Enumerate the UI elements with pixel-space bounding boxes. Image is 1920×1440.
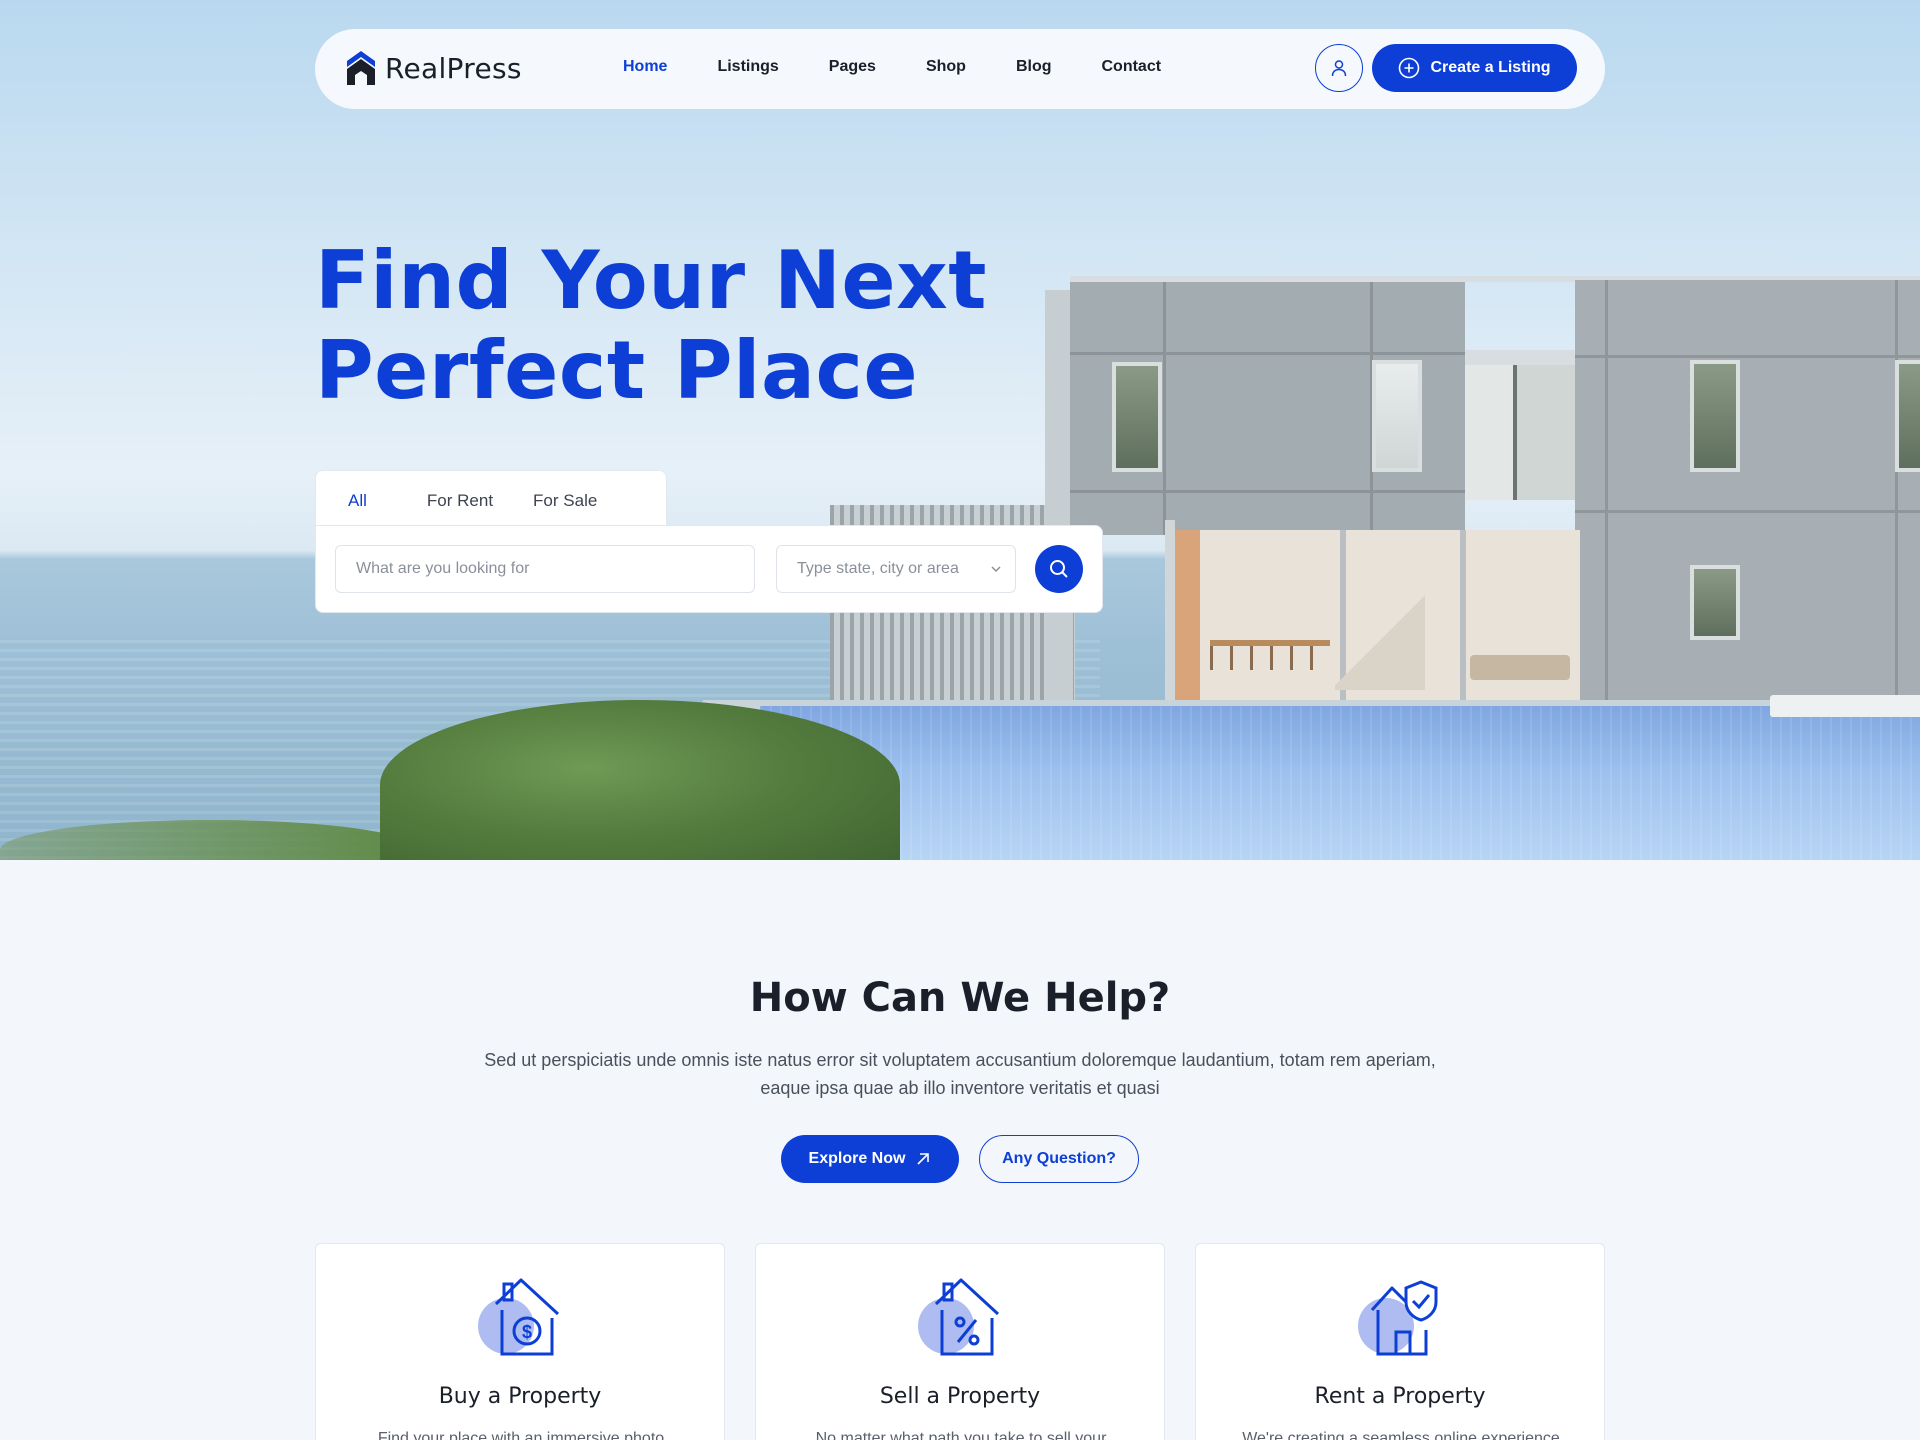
section-description: Sed ut perspiciatis unde omnis iste natu… — [484, 1050, 1436, 1098]
brand-name: RealPress — [385, 51, 522, 85]
card-text: We're creating a seamless online experie… — [1242, 1430, 1560, 1440]
house-shield-icon — [1358, 1280, 1438, 1356]
card-title: Buy a Property — [438, 1384, 602, 1409]
nav-listings[interactable]: Listings — [717, 58, 778, 76]
hero-section — [0, 0, 1920, 860]
keyword-search-input[interactable]: What are you looking for — [335, 545, 755, 593]
tab-for-sale[interactable]: For Sale — [533, 471, 597, 526]
nav-shop[interactable]: Shop — [926, 58, 966, 76]
hero-house-image — [0, 0, 1920, 860]
svg-text:$: $ — [522, 1322, 532, 1342]
location-placeholder: Type state, city or area — [797, 560, 959, 577]
service-card-buy[interactable]: $ Buy a Property Find your place with an… — [315, 1243, 725, 1440]
nav-pages[interactable]: Pages — [829, 58, 876, 76]
search-panel: What are you looking for Type state, cit… — [315, 525, 1103, 613]
nav-home[interactable]: Home — [623, 58, 667, 76]
search-icon — [1050, 560, 1068, 578]
card-title: Rent a Property — [1314, 1384, 1486, 1409]
create-listing-button[interactable]: Create a Listing — [1372, 44, 1577, 92]
service-card-sell[interactable]: Sell a Property No matter what path you … — [755, 1243, 1165, 1440]
card-title: Sell a Property — [879, 1384, 1041, 1409]
search-tabs: All For Rent For Sale — [315, 470, 667, 528]
plus-circle-icon — [1399, 57, 1420, 79]
create-listing-label: Create a Listing — [1430, 59, 1551, 76]
location-select[interactable]: Type state, city or area — [776, 545, 1016, 593]
arrow-up-right-icon — [917, 1153, 930, 1165]
house-dollar-icon: $ — [478, 1278, 560, 1356]
section-title: How Can We Help? — [749, 975, 1171, 1021]
tab-all[interactable]: All — [335, 471, 380, 528]
chevron-down-icon — [991, 566, 1001, 573]
any-question-button[interactable]: Any Question? — [979, 1135, 1139, 1183]
hero-headline: Find Your Next Perfect Place — [315, 234, 987, 417]
house-percent-icon — [918, 1278, 1000, 1356]
nav-blog[interactable]: Blog — [1016, 58, 1052, 76]
tab-for-rent[interactable]: For Rent — [427, 471, 493, 526]
brand-logo[interactable]: RealPress — [345, 47, 522, 89]
card-text: Find your place with an immersive photo — [377, 1430, 665, 1440]
top-navbar: RealPress Home Listings Pages Shop Blog … — [315, 29, 1605, 109]
search-button[interactable] — [1035, 545, 1083, 593]
card-text: No matter what path you take to sell you… — [815, 1430, 1107, 1440]
cliff-greenery — [380, 700, 900, 860]
nav-contact[interactable]: Contact — [1101, 58, 1161, 76]
explore-now-button[interactable]: Explore Now — [781, 1135, 959, 1183]
logo-icon — [347, 51, 375, 85]
user-account-button[interactable] — [1315, 44, 1363, 92]
main-nav: Home Listings Pages Shop Blog Contact — [623, 58, 1211, 76]
service-card-rent[interactable]: Rent a Property We're creating a seamles… — [1195, 1243, 1605, 1440]
user-icon — [1331, 60, 1347, 77]
